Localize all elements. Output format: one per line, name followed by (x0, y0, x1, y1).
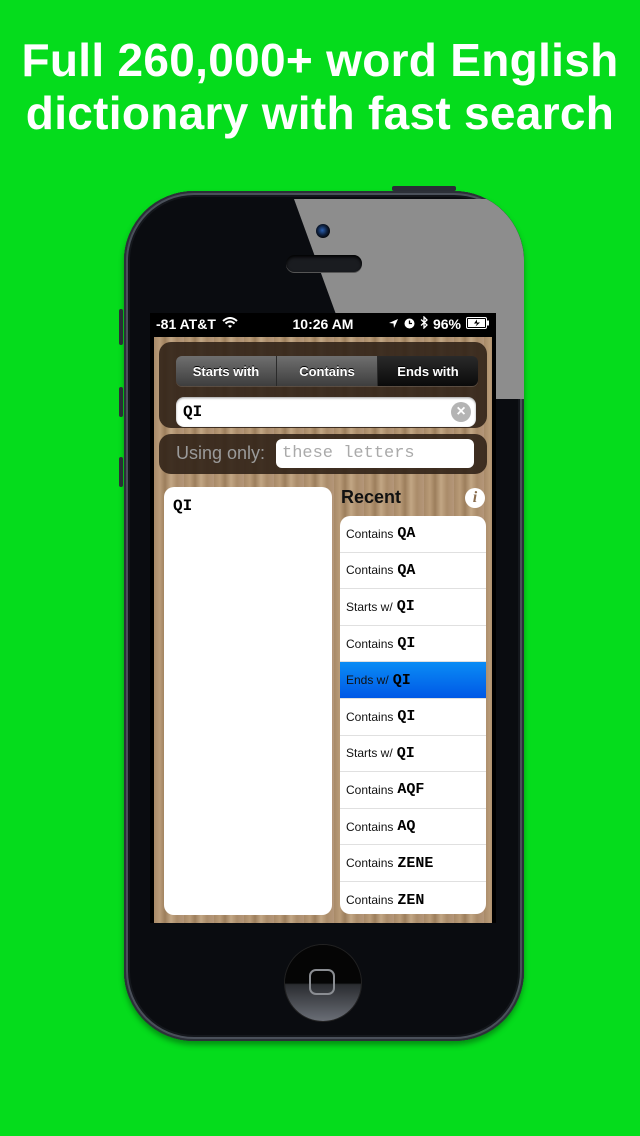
recent-item-term: QI (392, 671, 411, 689)
clear-icon[interactable]: × (451, 402, 471, 422)
wood-background: Starts with Contains Ends with QI × Usin… (154, 337, 492, 923)
mute-switch (119, 309, 123, 345)
promo-headline: Full 260,000+ word English dictionary wi… (0, 34, 640, 140)
recent-item-kind: Contains (346, 636, 394, 651)
recent-item-term: ZEN (397, 891, 425, 909)
home-square-icon (309, 969, 335, 995)
recent-item[interactable]: Contains QI (340, 626, 486, 663)
earpiece-speaker (286, 255, 362, 272)
letters-filter-input[interactable]: these letters (276, 439, 474, 468)
recent-item-kind: Ends w/ (346, 673, 389, 688)
recent-item-term: QA (397, 561, 416, 579)
headline-line-1: Full 260,000+ word English (21, 34, 619, 86)
search-input[interactable]: QI × (176, 397, 476, 427)
recent-title: Recent (341, 487, 402, 507)
segment-contains[interactable]: Contains (277, 356, 378, 386)
recent-item-term: QI (397, 635, 416, 653)
recent-item[interactable]: Contains QI (340, 699, 486, 736)
recent-item-kind: Contains (346, 526, 394, 541)
info-icon[interactable]: i (465, 488, 485, 508)
search-panel: Starts with Contains Ends with QI × (159, 342, 487, 428)
recent-item-kind: Contains (346, 782, 394, 797)
volume-down-button (119, 457, 123, 487)
search-mode-segmented-control: Starts with Contains Ends with (176, 356, 478, 386)
segment-ends-with[interactable]: Ends with (378, 356, 478, 386)
recent-item-term: ZENE (397, 854, 434, 872)
recent-item-kind: Contains (346, 893, 394, 908)
recent-list: Contains QA Contains QA Starts w/QI Contai… (340, 516, 486, 914)
recent-item-term: QI (396, 598, 415, 616)
power-button (392, 186, 456, 191)
segment-starts-with[interactable]: Starts with (176, 356, 277, 386)
volume-up-button (119, 387, 123, 417)
status-bar: -81 AT&T 10:26 AM 96% (150, 313, 496, 335)
recent-item-kind: Starts w/ (346, 599, 393, 614)
recent-item-kind: Contains (346, 819, 394, 834)
letters-filter-panel: Using only: these letters (159, 434, 487, 474)
app-screen: -81 AT&T 10:26 AM 96% Starts with Contai… (150, 313, 496, 923)
clock: 10:26 AM (292, 316, 354, 332)
recent-item-term: QI (396, 744, 415, 762)
recent-item[interactable]: Contains AQ (340, 809, 486, 846)
front-camera (316, 224, 330, 238)
recent-item-kind: Starts w/ (346, 746, 393, 761)
recent-item-kind: Contains (346, 856, 394, 871)
result-word[interactable]: QI (173, 497, 192, 515)
recent-item-term: AQ (397, 818, 416, 836)
recent-item-term: QA (397, 525, 416, 543)
recent-item[interactable]: Contains QA (340, 553, 486, 590)
recent-item-kind: Contains (346, 563, 394, 578)
home-button[interactable] (285, 945, 361, 1021)
recent-item-term: QI (397, 708, 416, 726)
recent-item[interactable]: Contains ZEN (340, 882, 486, 914)
recent-item-term: AQF (397, 781, 425, 799)
recent-item-selected[interactable]: Ends w/QI (340, 662, 486, 699)
recent-item[interactable]: Contains AQF (340, 772, 486, 809)
recent-item[interactable]: Contains ZENE (340, 845, 486, 882)
phone-frame: -81 AT&T 10:26 AM 96% Starts with Contai… (119, 186, 524, 1041)
recent-item[interactable]: Starts w/QI (340, 736, 486, 773)
search-input-value: QI (183, 403, 203, 421)
recent-item[interactable]: Contains QA (340, 516, 486, 553)
using-only-label: Using only: (176, 443, 266, 463)
recent-item-kind: Contains (346, 709, 394, 724)
headline-line-2: dictionary with fast search (25, 87, 615, 139)
recent-item[interactable]: Starts w/QI (340, 589, 486, 626)
results-list: QI (164, 487, 332, 915)
